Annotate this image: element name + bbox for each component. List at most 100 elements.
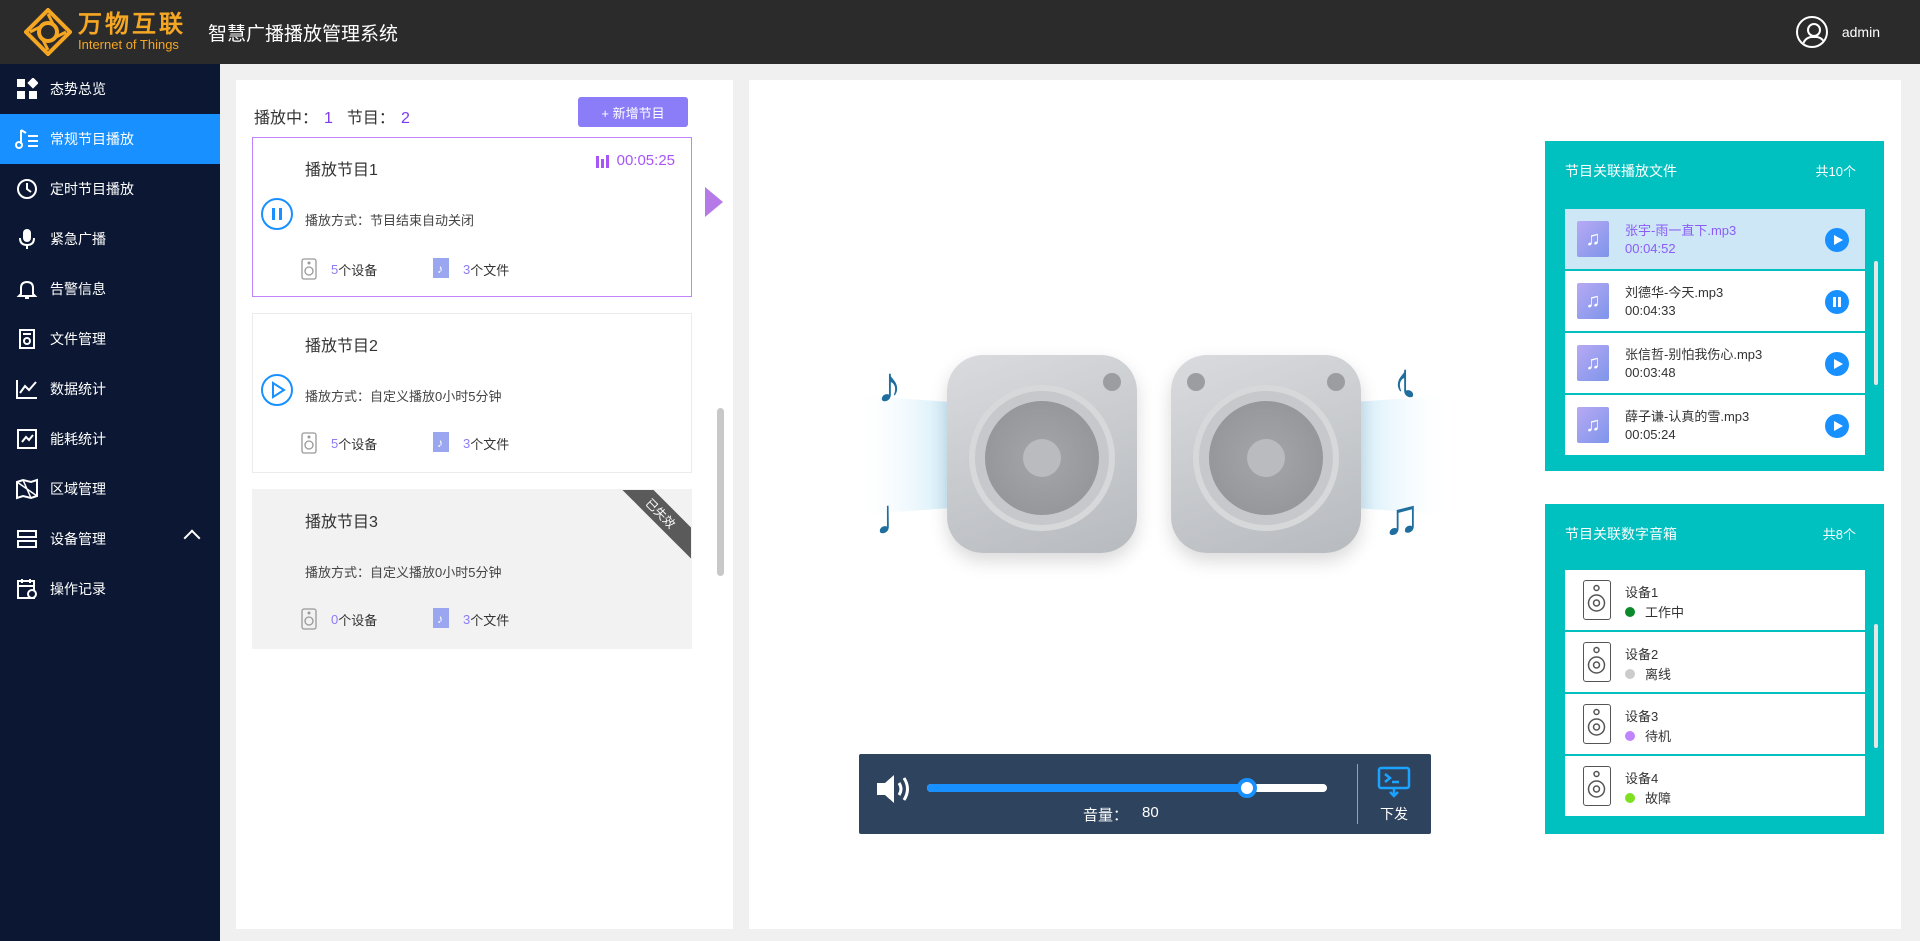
program-devices-panel: 节目关联数字音箱 共8个 设备1 工作中 设备2 离线 设备3 待机 设备4 故… (1545, 504, 1884, 834)
file-duration: 00:03:48 (1625, 365, 1676, 380)
file-count: ♪ 3 个文件 (433, 432, 509, 454)
sidebar-item-label: 数据统计 (50, 381, 106, 397)
sidebar-item-overview[interactable]: 态势总览 (0, 64, 220, 114)
volume-slider-handle[interactable] (1237, 778, 1257, 798)
sidebar-item-label: 紧急广播 (50, 231, 106, 247)
file-count-unit: 个文件 (470, 262, 510, 278)
device-icon (14, 526, 40, 552)
status-dot (1625, 730, 1635, 741)
music-file-icon: ♪ (433, 608, 449, 630)
device-list-item[interactable]: 设备3 待机 (1565, 694, 1865, 754)
volume-divider (1357, 764, 1358, 824)
sidebar-item-label: 能耗统计 (50, 431, 106, 447)
program-summary: 播放中： 1 节目： 2 (254, 104, 424, 128)
speaker-icon (301, 432, 317, 454)
logo-mark-icon (23, 7, 73, 57)
selected-arrow-icon (705, 187, 723, 217)
add-program-button[interactable]: + 新增节目 (578, 97, 688, 127)
device-count-unit: 个设备 (338, 262, 378, 278)
sidebar-item-scheduled-playback[interactable]: 定时节目播放 (0, 164, 220, 214)
count-value: 10 (1828, 164, 1843, 179)
device-list-item[interactable]: 设备4 故障 (1565, 756, 1865, 816)
file-count-value: 3 (463, 611, 471, 627)
sidebar-item-devices[interactable]: 设备管理 (0, 514, 220, 564)
sidebar-item-areas[interactable]: 区域管理 (0, 464, 220, 514)
file-list-item[interactable]: ♫ 刘德华-今天.mp3 00:04:33 (1565, 271, 1865, 331)
device-count-value: 5 (331, 261, 339, 277)
music-file-icon: ♫ (1577, 345, 1609, 381)
file-list-item[interactable]: ♫ 张宇-雨一直下.mp3 00:04:52 (1565, 209, 1865, 269)
device-name: 设备3 (1625, 709, 1659, 724)
user-menu[interactable]: admin (1795, 16, 1880, 48)
play-mode: 播放方式：自定义播放0小时5分钟 (305, 389, 502, 404)
file-list-item[interactable]: ♫ 薛子谦-认真的雪.mp3 00:05:24 (1565, 395, 1865, 455)
username: admin (1841, 24, 1880, 40)
music-file-icon: ♪ (433, 432, 449, 454)
file-list-item[interactable]: ♫ 张信哲-别怕我伤心.mp3 00:03:48 (1565, 333, 1865, 393)
sidebar-item-statistics[interactable]: 数据统计 (0, 364, 220, 414)
volume-value: 80 (1142, 804, 1159, 821)
status-text: 离线 (1645, 667, 1672, 682)
sidebar-item-label: 告警信息 (50, 281, 106, 297)
speaker-icon (301, 258, 317, 280)
sidebar-item-label: 文件管理 (50, 331, 106, 347)
speaker-device-icon (1583, 642, 1611, 682)
device-list-item[interactable]: 设备1 工作中 (1565, 570, 1865, 630)
system-title: 智慧广播播放管理系统 (208, 23, 399, 45)
sidebar-item-emergency[interactable]: 紧急广播 (0, 214, 220, 264)
play-button[interactable] (261, 374, 293, 406)
sidebar-item-files[interactable]: 文件管理 (0, 314, 220, 364)
device-count: 5 个设备 (301, 258, 377, 280)
file-count-value: 3 (463, 261, 471, 277)
count-prefix: 共 (1815, 164, 1829, 179)
pause-button[interactable] (261, 198, 293, 230)
device-count-value: 0 (331, 611, 339, 627)
music-file-icon: ♫ (1577, 283, 1609, 319)
device-status: 故障 (1625, 788, 1671, 807)
play-icon[interactable] (1825, 228, 1849, 252)
sidebar-item-label: 操作记录 (50, 581, 106, 597)
logo-english-text: Internet of Things (78, 37, 179, 52)
pause-icon[interactable] (1825, 290, 1849, 314)
program-name: 播放节目2 (305, 338, 378, 355)
status-text: 故障 (1645, 791, 1672, 806)
files-scrollbar[interactable] (1874, 261, 1878, 385)
music-note-icon: ♩ (875, 489, 925, 545)
program-card[interactable]: 播放节目2 播放方式：自定义播放0小时5分钟 5 个设备 ♪ 3 个文件 (252, 313, 692, 473)
volume-icon[interactable] (875, 772, 915, 811)
chevron-up-icon[interactable] (183, 529, 201, 547)
device-list-item[interactable]: 设备2 离线 (1565, 632, 1865, 692)
sidebar-item-alarms[interactable]: 告警信息 (0, 264, 220, 314)
file-duration: 00:04:52 (1625, 241, 1676, 256)
music-notes-icon: ♫ (1383, 489, 1421, 545)
file-count: ♪ 3 个文件 (433, 258, 509, 280)
devices-scrollbar[interactable] (1874, 624, 1878, 748)
send-button[interactable]: 下发 (1369, 766, 1419, 826)
device-name: 设备2 (1625, 647, 1659, 662)
program-list-scrollbar[interactable] (717, 408, 724, 576)
speaker-device-icon (1583, 704, 1611, 744)
playing-label: 播放中： (254, 110, 319, 127)
file-duration: 00:05:24 (1625, 427, 1676, 442)
microphone-icon (14, 226, 40, 252)
play-icon[interactable] (1825, 352, 1849, 376)
total-count: 2 (400, 110, 410, 127)
music-file-icon: ♫ (1577, 221, 1609, 257)
device-count: 5 个设备 (301, 432, 377, 454)
music-list-icon (14, 126, 40, 152)
sidebar-item-energy[interactable]: 能耗统计 (0, 414, 220, 464)
play-icon[interactable] (1825, 414, 1849, 438)
sidebar-item-label: 设备管理 (50, 531, 106, 547)
program-card[interactable]: 播放节目1 00:05:25 播放方式：节目结束自动关闭 5 个设备 ♪ 3 个文件 (252, 137, 692, 297)
device-name: 设备4 (1625, 771, 1659, 786)
file-count-unit: 个文件 (470, 436, 510, 452)
logo[interactable]: 万物互联 Internet of Things (23, 7, 186, 57)
file-count: ♪ 3 个文件 (433, 608, 509, 630)
speaker-device-icon (1583, 766, 1611, 806)
sidebar-item-operation-log[interactable]: 操作记录 (0, 564, 220, 614)
line-chart-icon (14, 376, 40, 402)
file-count-unit: 个文件 (470, 612, 510, 628)
sidebar-item-regular-playback[interactable]: 常规节目播放 (0, 114, 220, 164)
program-card[interactable]: 播放节目3 已失效 播放方式：自定义播放0小时5分钟 0 个设备 ♪ 3 个文件 (252, 489, 692, 649)
volume-slider[interactable] (927, 778, 1327, 798)
